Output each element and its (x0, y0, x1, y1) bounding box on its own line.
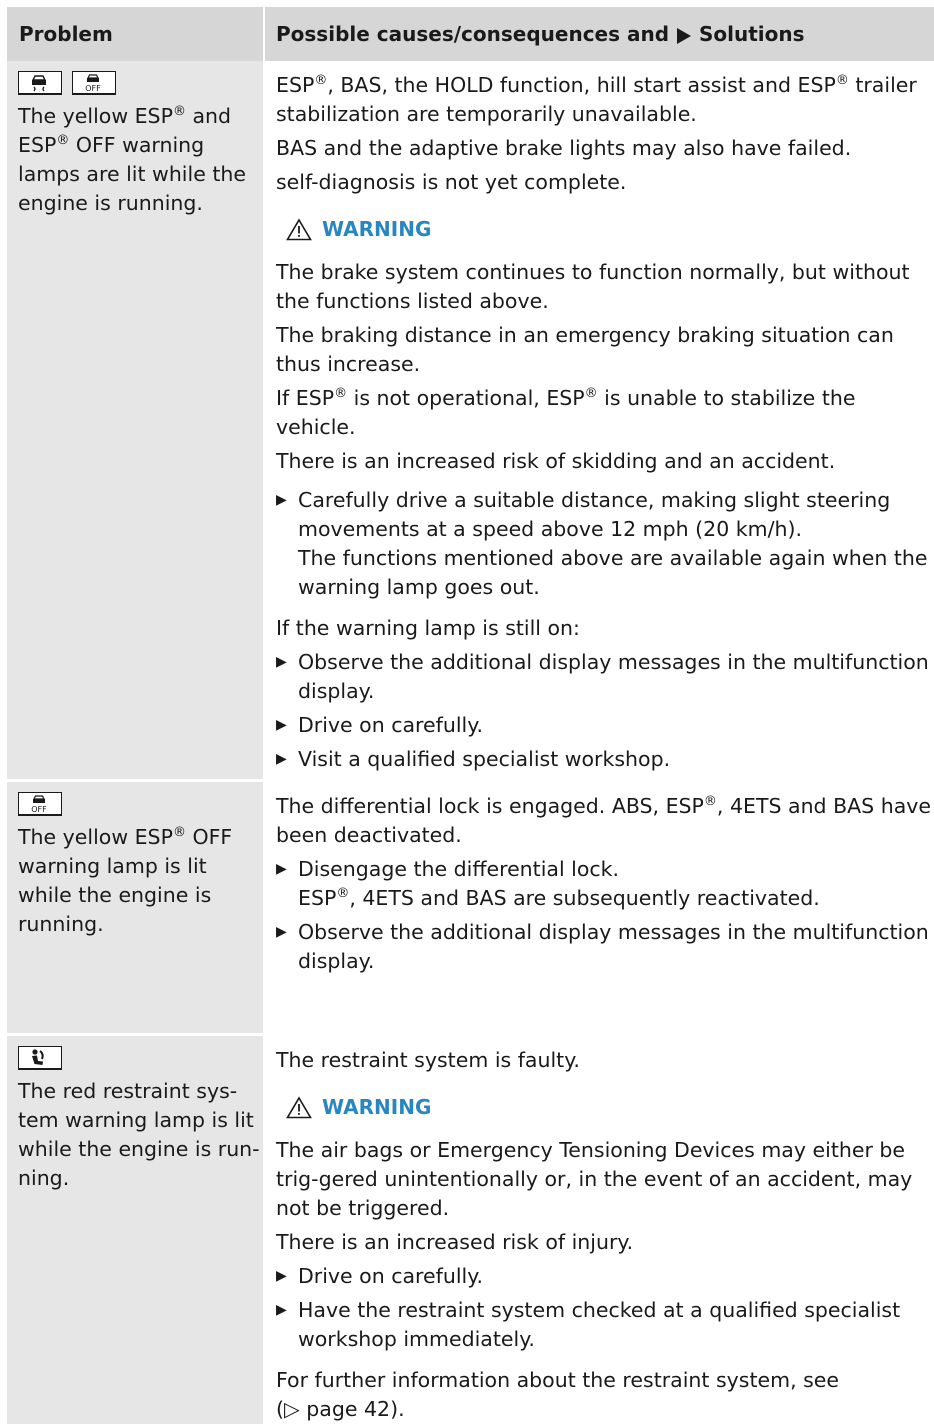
condition-text: If the warning lamp is still on: (276, 614, 934, 643)
esp-off-warning-lamp-icon: OFF (18, 792, 62, 816)
svg-text:OFF: OFF (31, 805, 47, 814)
warning-text: There is an increased risk of skidding a… (276, 447, 934, 476)
further-info-text: For further information about the restra… (276, 1366, 934, 1424)
warning-text: The brake system continues to function n… (276, 258, 934, 316)
warning-text: If ESP® is not operational, ESP® is unab… (276, 384, 934, 442)
solution-cell: The differential lock is engaged. ABS, E… (264, 781, 934, 1035)
action-item: Disengage the differential lock.ESP®, 4E… (276, 855, 934, 913)
warning-triangle-icon (286, 218, 312, 241)
action-arrow-icon (276, 486, 298, 602)
action-item: Have the restraint system checked at a q… (276, 1296, 934, 1354)
warning-text: There is an increased risk of injury. (276, 1228, 934, 1257)
troubleshooting-table-page: Problem Possible causes/consequences and… (7, 7, 934, 1424)
action-arrow-icon (276, 1262, 298, 1291)
solution-arrow-icon (676, 27, 692, 45)
warning-heading: WARNING (286, 1093, 934, 1122)
table-row: OFF The yellow ESP® and ESP® OFF warning… (7, 61, 934, 781)
action-item: Observe the additional display messages … (276, 918, 934, 976)
action-item: Drive on carefully. (276, 1262, 934, 1291)
action-arrow-icon (276, 648, 298, 706)
action-arrow-icon (276, 745, 298, 774)
solution-cell: The restraint system is faulty. WARNING … (264, 1035, 934, 1424)
action-item: Observe the additional display messages … (276, 648, 934, 706)
page-reference-link[interactable]: (▷ page 42). (276, 1397, 405, 1421)
table-row: The red restraint sys-tem warning lamp i… (7, 1035, 934, 1424)
action-item: Carefully drive a suitable distance, mak… (276, 486, 934, 602)
troubleshooting-table: Problem Possible causes/consequences and… (7, 7, 934, 1424)
warning-lamp-icons (18, 1046, 263, 1075)
problem-description: The red restraint sys-tem warning lamp i… (18, 1077, 263, 1193)
solutions-column-header: Possible causes/consequences and Solutio… (264, 7, 934, 61)
warning-triangle-icon (286, 1096, 312, 1119)
esp-off-warning-lamp-icon: OFF (72, 71, 116, 95)
warning-text: The braking distance in an emergency bra… (276, 321, 934, 379)
action-arrow-icon (276, 711, 298, 740)
warning-lamp-icons: OFF (18, 71, 263, 100)
problem-description: The yellow ESP® OFF warning lamp is lit … (18, 823, 263, 939)
esp-warning-lamp-icon (18, 71, 62, 95)
warning-label: WARNING (322, 215, 431, 244)
action-arrow-icon (276, 918, 298, 976)
restraint-system-warning-lamp-icon (18, 1046, 62, 1070)
warning-heading: WARNING (286, 215, 934, 244)
solutions-header-suffix: Solutions (699, 22, 805, 46)
action-arrow-icon (276, 1296, 298, 1354)
cause-text: self-diagnosis is not yet complete. (276, 168, 934, 197)
table-header-row: Problem Possible causes/consequences and… (7, 7, 934, 61)
warning-lamp-icons: OFF (18, 792, 263, 821)
problem-column-header: Problem (7, 7, 264, 61)
problem-description: The yellow ESP® and ESP® OFF warning lam… (18, 102, 263, 218)
svg-text:OFF: OFF (85, 84, 101, 93)
problem-cell: The red restraint sys-tem warning lamp i… (7, 1035, 264, 1424)
warning-text: The air bags or Emergency Tensioning Dev… (276, 1136, 934, 1223)
table-row: OFF The yellow ESP® OFF warning lamp is … (7, 781, 934, 1035)
action-item: Visit a qualified specialist workshop. (276, 745, 934, 774)
warning-label: WARNING (322, 1093, 431, 1122)
problem-cell: OFF The yellow ESP® and ESP® OFF warning… (7, 61, 264, 781)
solutions-header-prefix: Possible causes/consequences and (276, 22, 669, 46)
cause-text: The restraint system is faulty. (276, 1046, 934, 1075)
cause-text: BAS and the adaptive brake lights may al… (276, 134, 934, 163)
action-arrow-icon (276, 855, 298, 913)
cause-text: The differential lock is engaged. ABS, E… (276, 792, 934, 850)
solution-cell: ESP®, BAS, the HOLD function, hill start… (264, 61, 934, 781)
cause-text: ESP®, BAS, the HOLD function, hill start… (276, 71, 934, 129)
problem-cell: OFF The yellow ESP® OFF warning lamp is … (7, 781, 264, 1035)
action-item: Drive on carefully. (276, 711, 934, 740)
